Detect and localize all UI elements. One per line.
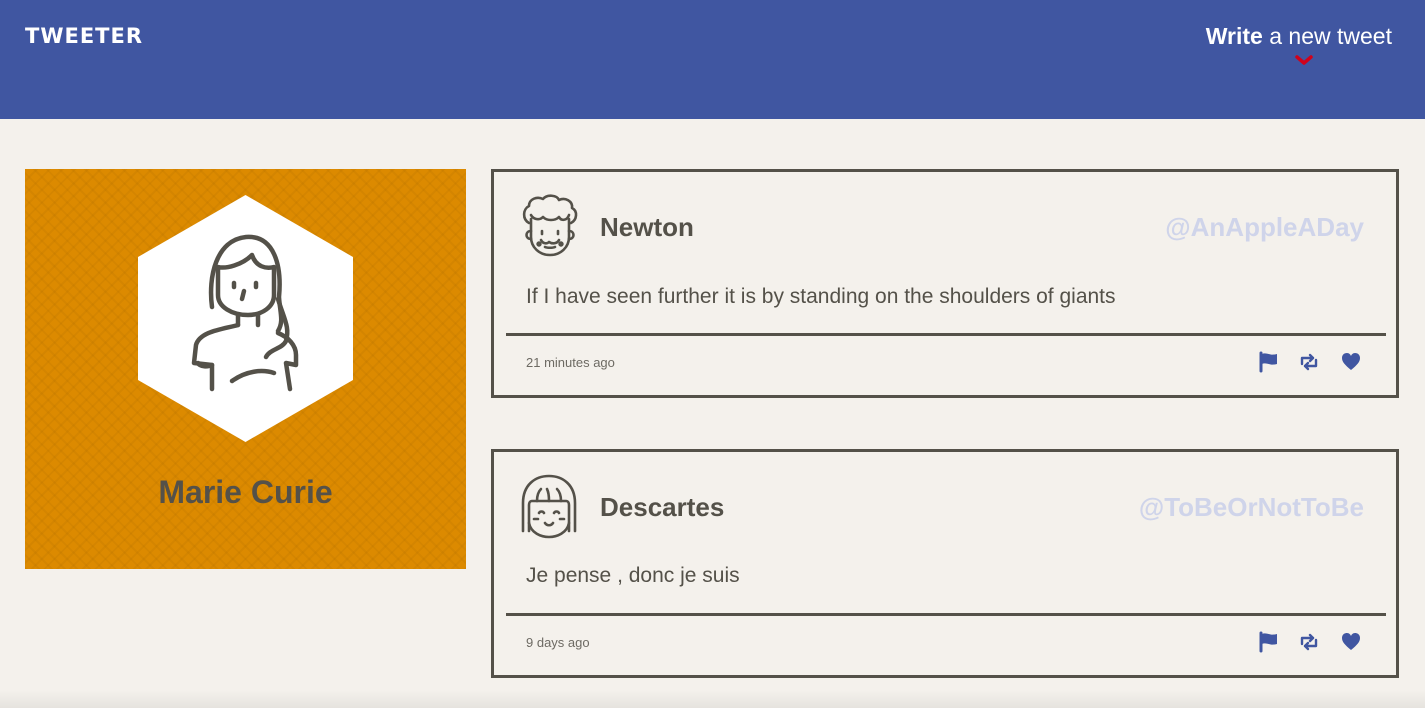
tweet-actions — [1258, 351, 1362, 373]
profile-card: Marie Curie — [25, 169, 466, 569]
woman-avatar-icon — [138, 195, 353, 442]
write-new-tweet-link[interactable]: Write a new tweet — [1206, 23, 1392, 50]
top-navbar: TWEETER Write a new tweet — [0, 0, 1425, 119]
tweet-divider — [506, 613, 1386, 616]
tweet-timestamp: 21 minutes ago — [526, 355, 615, 370]
compose-panel-shadow — [0, 690, 1425, 708]
compose-label-rest: a new tweet — [1262, 23, 1392, 49]
bob-hair-avatar-icon — [521, 474, 577, 539]
brand-logo[interactable]: TWEETER — [25, 24, 143, 48]
tweet-text: If I have seen further it is by standing… — [526, 285, 1116, 308]
compose-label-strong: Write — [1205, 23, 1263, 49]
tweet-card: Descartes @ToBeOrNotToBe Je pense , donc… — [491, 449, 1399, 678]
flag-icon[interactable] — [1258, 631, 1280, 653]
tweet-author-handle[interactable]: @AnAppleADay — [1165, 212, 1364, 243]
heart-icon[interactable] — [1340, 631, 1362, 653]
tweet-actions — [1258, 631, 1362, 653]
tweet-card: Newton @AnAppleADay If I have seen furth… — [491, 169, 1399, 398]
chevron-down-icon[interactable] — [1294, 52, 1314, 68]
retweet-icon[interactable] — [1298, 351, 1320, 373]
tweet-divider — [506, 333, 1386, 336]
profile-name: Marie Curie — [158, 474, 333, 510]
tweet-author-handle[interactable]: @ToBeOrNotToBe — [1139, 492, 1364, 523]
curly-hair-man-avatar-icon — [522, 194, 578, 257]
tweet-timestamp: 9 days ago — [526, 635, 590, 650]
tweet-author-name: Descartes — [600, 492, 725, 522]
tweet-text: Je pense , donc je suis — [526, 564, 740, 587]
heart-icon[interactable] — [1340, 351, 1362, 373]
flag-icon[interactable] — [1258, 351, 1280, 373]
retweet-icon[interactable] — [1298, 631, 1320, 653]
tweet-author-name: Newton — [600, 212, 694, 242]
